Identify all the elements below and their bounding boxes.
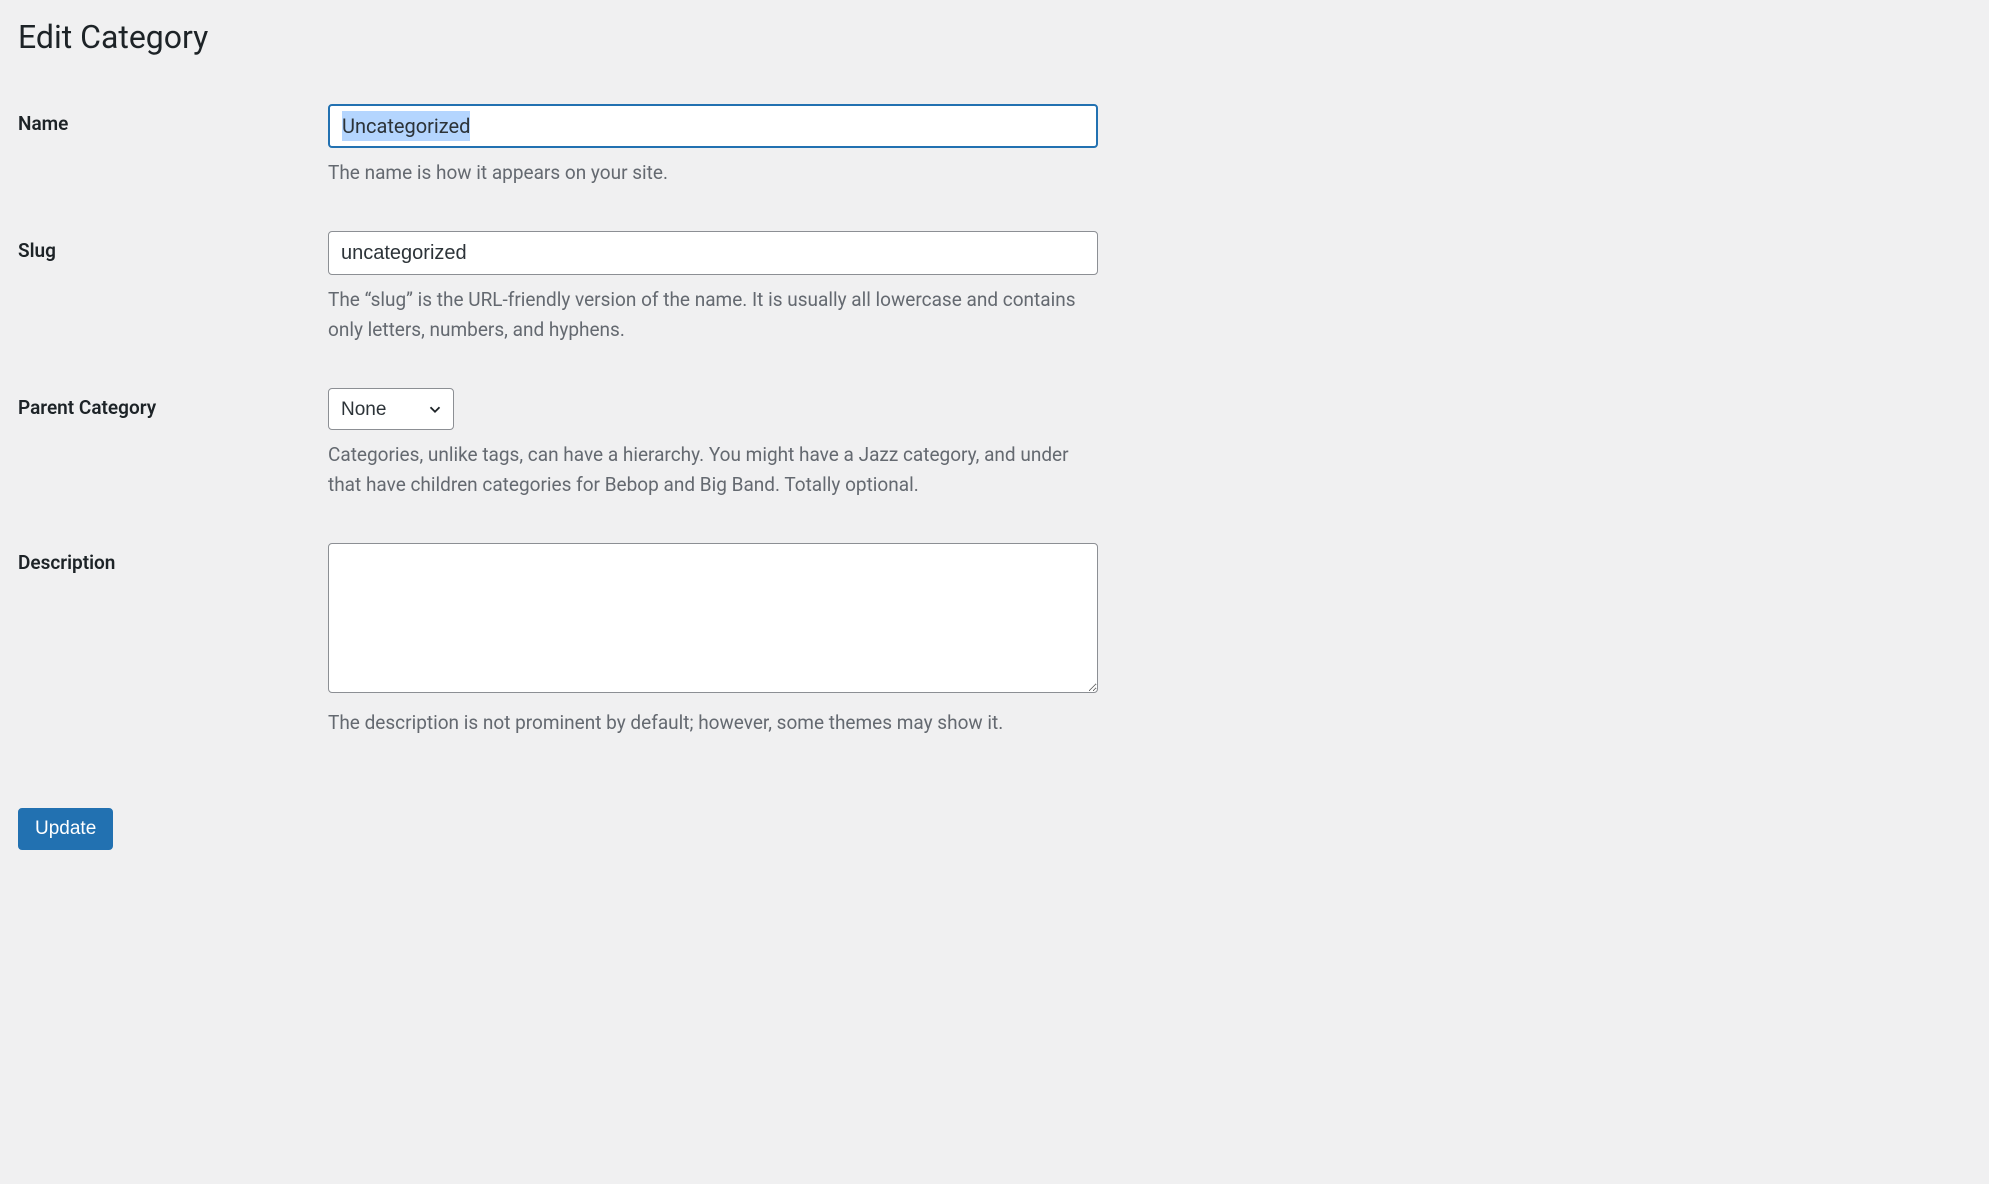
- slug-label: Slug: [18, 219, 328, 376]
- slug-input[interactable]: [328, 231, 1098, 275]
- name-input[interactable]: Uncategorized: [328, 104, 1098, 148]
- description-textarea[interactable]: [328, 543, 1098, 693]
- page-title: Edit Category: [18, 18, 1391, 56]
- update-button[interactable]: Update: [18, 808, 113, 851]
- parent-category-select[interactable]: None: [328, 388, 454, 430]
- name-input-selection: Uncategorized: [342, 111, 470, 141]
- name-help-text: The name is how it appears on your site.: [328, 158, 1098, 187]
- description-label: Description: [18, 531, 328, 769]
- edit-category-form: Name Uncategorized The name is how it ap…: [18, 92, 1391, 770]
- parent-category-help-text: Categories, unlike tags, can have a hier…: [328, 440, 1098, 499]
- description-help-text: The description is not prominent by defa…: [328, 708, 1098, 737]
- slug-help-text: The “slug” is the URL-friendly version o…: [328, 285, 1098, 344]
- parent-category-label: Parent Category: [18, 376, 328, 531]
- name-label: Name: [18, 92, 328, 219]
